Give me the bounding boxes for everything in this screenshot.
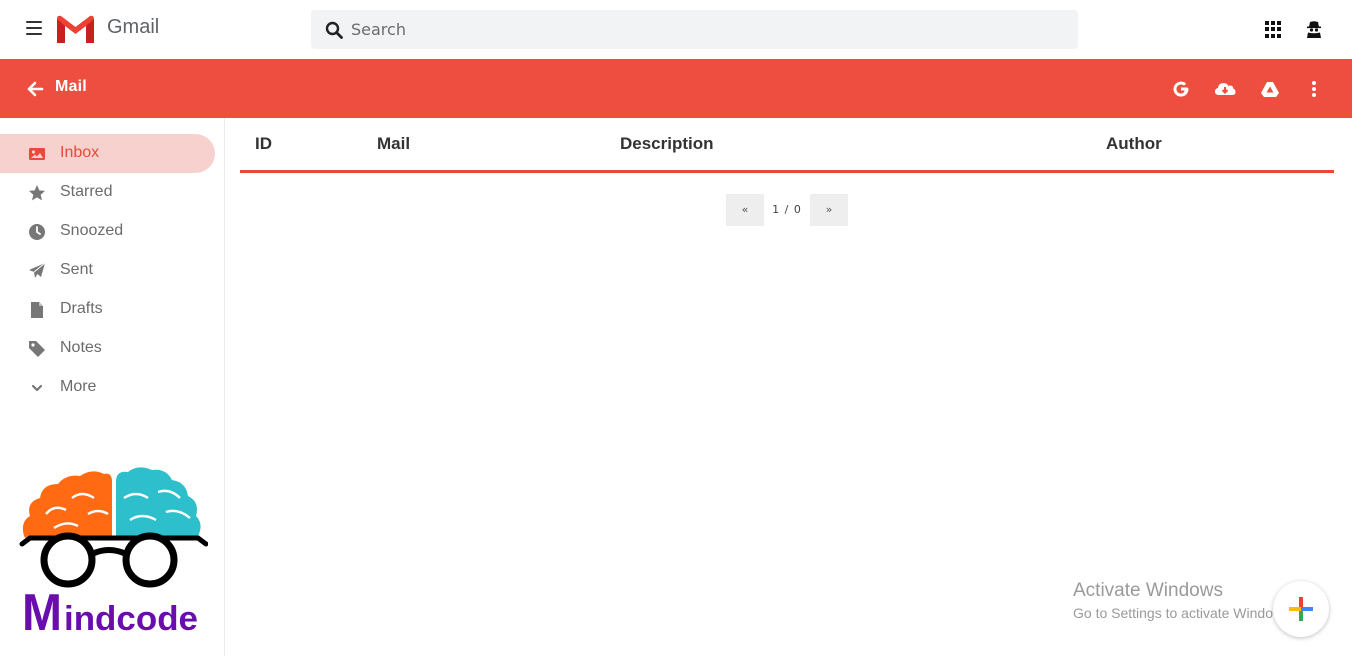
sidebar-item-label: Sent bbox=[60, 261, 93, 278]
search-icon[interactable] bbox=[325, 21, 343, 39]
watermark-title: Activate Windows bbox=[1073, 580, 1223, 601]
sidebar-item-label: Notes bbox=[60, 339, 102, 356]
top-app-bar: Gmail bbox=[0, 0, 1352, 59]
clock-icon bbox=[29, 224, 45, 240]
app-name: Gmail bbox=[107, 16, 160, 38]
menu-icon[interactable] bbox=[26, 21, 42, 35]
cloud-download-icon[interactable] bbox=[1214, 79, 1236, 99]
prev-page-button[interactable]: « bbox=[726, 194, 764, 226]
next-page-button[interactable]: » bbox=[810, 194, 848, 226]
column-header-mail[interactable]: Mail bbox=[377, 134, 410, 154]
pagination: « 1 / 0 » bbox=[726, 194, 848, 226]
mail-table-header: ID Mail Description Author bbox=[240, 118, 1334, 173]
sidebar-item-label: Snoozed bbox=[60, 222, 124, 239]
mindcode-logo: M indcode bbox=[19, 467, 208, 638]
chevron-down-icon bbox=[31, 384, 43, 392]
column-header-description[interactable]: Description bbox=[620, 134, 714, 154]
sidebar-item-label: More bbox=[60, 378, 97, 395]
sidebar-item-label: Drafts bbox=[60, 300, 103, 317]
sidebar-item-label: Starred bbox=[60, 183, 113, 200]
column-header-id[interactable]: ID bbox=[255, 134, 272, 154]
more-vert-icon[interactable] bbox=[1304, 79, 1324, 99]
watermark-subtitle: Go to Settings to activate Windows. bbox=[1073, 605, 1294, 621]
search-bar[interactable] bbox=[311, 10, 1078, 49]
search-input[interactable] bbox=[351, 10, 1051, 49]
gmail-logo-icon[interactable] bbox=[57, 15, 94, 43]
arrow-left-icon[interactable] bbox=[26, 80, 44, 98]
tag-icon bbox=[29, 341, 45, 357]
svg-text:M: M bbox=[22, 584, 62, 638]
sidebar-item-starred[interactable]: Starred bbox=[0, 173, 215, 212]
page-indicator: 1 / 0 bbox=[772, 203, 802, 216]
paper-plane-icon bbox=[29, 262, 46, 278]
sidebar-item-label: Inbox bbox=[60, 144, 100, 161]
activate-windows-watermark: Activate Windows Go to Settings to activ… bbox=[1073, 580, 1294, 621]
svg-text:indcode: indcode bbox=[64, 600, 198, 638]
account-icon[interactable] bbox=[1305, 20, 1323, 38]
mail-toolbar: Mail bbox=[0, 59, 1352, 118]
apps-grid-icon[interactable] bbox=[1265, 21, 1282, 38]
google-drive-icon[interactable] bbox=[1260, 79, 1280, 99]
sidebar-item-notes[interactable]: Notes bbox=[0, 329, 215, 368]
toolbar-title: Mail bbox=[55, 78, 87, 95]
star-icon bbox=[29, 185, 45, 201]
sidebar-item-inbox[interactable]: Inbox bbox=[0, 134, 215, 173]
sidebar: Inbox Starred Snoozed Sent Drafts Notes … bbox=[0, 118, 225, 656]
image-icon bbox=[29, 148, 45, 160]
plus-icon bbox=[1289, 597, 1313, 621]
sidebar-item-snoozed[interactable]: Snoozed bbox=[0, 212, 215, 251]
sidebar-item-drafts[interactable]: Drafts bbox=[0, 290, 215, 329]
sidebar-item-sent[interactable]: Sent bbox=[0, 251, 215, 290]
file-icon bbox=[31, 302, 43, 318]
google-icon[interactable] bbox=[1171, 79, 1191, 99]
column-header-author[interactable]: Author bbox=[1106, 134, 1162, 154]
compose-button[interactable] bbox=[1273, 581, 1329, 637]
sidebar-item-more[interactable]: More bbox=[0, 368, 215, 407]
